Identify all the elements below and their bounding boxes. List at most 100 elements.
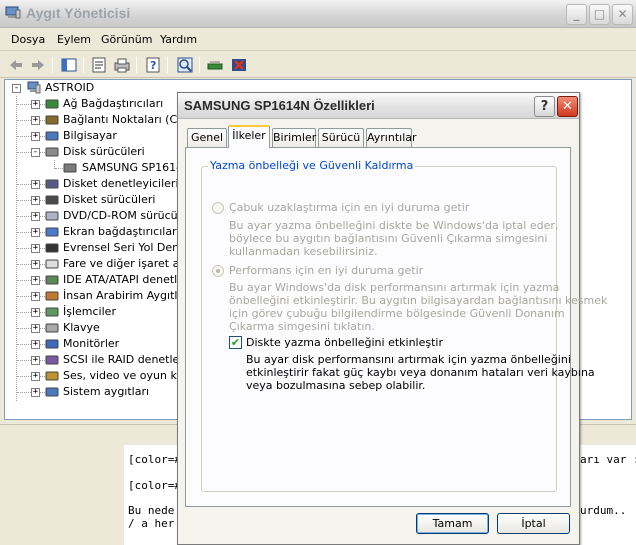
toolbar-separator bbox=[167, 57, 168, 73]
help-button[interactable]: ? bbox=[534, 96, 555, 117]
computer-icon bbox=[5, 6, 21, 19]
show-hide-console-tree-icon[interactable] bbox=[60, 56, 78, 74]
tree-item-label: Ses, video ve oyun kum bbox=[63, 369, 195, 382]
quick-removal-radio[interactable] bbox=[212, 202, 224, 214]
dialog-title-bar[interactable]: SAMSUNG SP1614N Özellikleri ? ✕ bbox=[178, 93, 579, 119]
tree-expander[interactable]: + bbox=[31, 228, 40, 237]
background-text-line: urdum.. bbox=[580, 504, 627, 517]
cdrom-icon bbox=[45, 211, 59, 221]
menu-action[interactable]: Eylem bbox=[57, 33, 91, 46]
background-text-line: [color=# bbox=[128, 453, 181, 466]
ide-controller-icon bbox=[45, 275, 59, 285]
toolbar-separator bbox=[199, 57, 200, 73]
ok-button[interactable]: Tamam bbox=[416, 513, 489, 534]
tab-policies[interactable]: İlkeler bbox=[228, 125, 270, 148]
uninstall-icon[interactable] bbox=[230, 56, 248, 74]
tree-expander[interactable]: + bbox=[31, 324, 40, 333]
tab-panel-policies: Yazma önbelleği ve Güvenli Kaldırma Çabu… bbox=[185, 147, 607, 507]
performance-description: önbelleğini etkinleştirir. Bu aygıtın bi… bbox=[229, 294, 608, 307]
tree-item-label: Bilgisayar bbox=[63, 129, 117, 142]
tree-expander[interactable]: + bbox=[31, 276, 40, 285]
tab-volumes[interactable]: Birimler bbox=[272, 128, 316, 147]
quick-removal-description: Bu ayar yazma önbelleğini diskte be Wind… bbox=[229, 219, 559, 232]
tree-expander[interactable]: + bbox=[31, 244, 40, 253]
tree-item-label: SCSI ile RAID denetleyic bbox=[63, 353, 195, 366]
menu-file[interactable]: Dosya bbox=[11, 33, 45, 46]
quick-removal-label: Çabuk uzaklaştırma için en iyi duruma ge… bbox=[229, 201, 470, 214]
menu-view[interactable]: Görünüm bbox=[101, 33, 152, 46]
forward-arrow-icon[interactable] bbox=[29, 56, 47, 74]
tree-item-label: SAMSUNG SP1614N bbox=[82, 161, 192, 174]
background-text-line: Bu nede bbox=[128, 504, 175, 517]
enable-write-cache-label[interactable]: Diskte yazma önbelleğini etkinleştir bbox=[246, 336, 443, 349]
performance-label: Performans için en iyi duruma getir bbox=[229, 264, 424, 277]
scsi-icon bbox=[45, 355, 59, 365]
tab-general[interactable]: Genel bbox=[187, 128, 227, 147]
menu-help[interactable]: Yardım bbox=[160, 33, 197, 46]
tree-expander[interactable]: + bbox=[31, 388, 40, 397]
tree-expander[interactable]: + bbox=[31, 308, 40, 317]
hid-icon bbox=[45, 291, 59, 301]
tree-expander[interactable]: + bbox=[31, 212, 40, 221]
monitor-icon bbox=[45, 339, 59, 349]
toolbar-separator bbox=[52, 57, 53, 73]
properties-icon[interactable] bbox=[90, 56, 108, 74]
background-gutter bbox=[0, 445, 124, 545]
computer-icon bbox=[45, 131, 59, 141]
update-driver-icon[interactable] bbox=[206, 56, 224, 74]
group-title: Yazma önbelleği ve Güvenli Kaldırma bbox=[208, 159, 416, 172]
tree-root-label: ASTROID bbox=[45, 81, 95, 94]
toolbar-separator bbox=[83, 57, 84, 73]
scan-hardware-icon[interactable] bbox=[176, 56, 194, 74]
cancel-button[interactable]: İptal bbox=[497, 513, 570, 534]
tab-details[interactable]: Ayrıntılar bbox=[366, 128, 417, 147]
tree-expander[interactable]: + bbox=[31, 356, 40, 365]
tree-item-label: IDE ATA/ATAPI denetle bbox=[63, 273, 184, 286]
tree-item-label: Ekran bağdaştırıcıları bbox=[63, 225, 180, 238]
tree-item-label: Disket sürücüleri bbox=[63, 193, 156, 206]
window-title: Aygıt Yöneticisi bbox=[26, 5, 131, 21]
title-bar[interactable]: Aygıt Yöneticisi _ □ ✕ bbox=[0, 0, 636, 28]
enable-write-cache-checkbox[interactable]: ✔ bbox=[229, 336, 242, 349]
minimize-button[interactable]: _ bbox=[566, 4, 587, 25]
tree-expander[interactable]: + bbox=[31, 372, 40, 381]
hard-disk-icon bbox=[63, 163, 77, 173]
maximize-button[interactable]: □ bbox=[589, 4, 610, 25]
quick-removal-description: böylece bu aygıtın bağlantısını Güvenli … bbox=[229, 232, 548, 245]
port-icon bbox=[45, 115, 59, 125]
background-text-line: arı var : bbox=[580, 453, 636, 466]
toolbar-separator bbox=[136, 57, 137, 73]
floppy-drive-icon bbox=[45, 195, 59, 205]
help-icon[interactable]: ? bbox=[144, 56, 162, 74]
disk-drive-icon bbox=[45, 147, 59, 157]
properties-dialog: SAMSUNG SP1614N Özellikleri ? ✕ Genel İl… bbox=[177, 92, 607, 545]
menu-bar: Dosya Eylem Görünüm Yardım bbox=[0, 29, 636, 51]
keyboard-icon bbox=[45, 323, 59, 333]
tree-expander[interactable]: + bbox=[31, 196, 40, 205]
tree-expander[interactable]: - bbox=[31, 148, 40, 157]
tree-item-label: Monitörler bbox=[63, 337, 120, 350]
close-button[interactable]: ✕ bbox=[612, 4, 633, 25]
tree-item-label: Ağ Bağdaştırıcıları bbox=[63, 97, 164, 110]
tab-driver[interactable]: Sürücü bbox=[318, 128, 364, 147]
print-icon[interactable] bbox=[113, 56, 131, 74]
tree-expander[interactable]: + bbox=[31, 132, 40, 141]
tree-expander[interactable]: - bbox=[12, 84, 21, 93]
tree-expander[interactable]: + bbox=[31, 260, 40, 269]
back-arrow-icon[interactable] bbox=[7, 56, 25, 74]
network-adapter-icon bbox=[45, 99, 59, 109]
tree-expander[interactable]: + bbox=[31, 292, 40, 301]
performance-description: için görev çubuğu bilgilendirme bölgesin… bbox=[229, 307, 565, 320]
tree-item-label: Evrensel Seri Yol Denetl bbox=[63, 241, 194, 254]
tree-expander[interactable]: + bbox=[31, 116, 40, 125]
sound-icon bbox=[45, 371, 59, 381]
tree-expander[interactable]: + bbox=[31, 180, 40, 189]
mouse-icon bbox=[45, 259, 59, 269]
performance-radio[interactable] bbox=[212, 265, 224, 277]
tree-expander[interactable]: + bbox=[31, 340, 40, 349]
tree-item-label: Sistem aygıtları bbox=[63, 385, 150, 398]
dialog-close-button[interactable]: ✕ bbox=[557, 96, 578, 117]
tree-expander[interactable]: + bbox=[31, 100, 40, 109]
tree-item-label: Klavye bbox=[63, 321, 100, 334]
usb-icon bbox=[45, 243, 59, 253]
